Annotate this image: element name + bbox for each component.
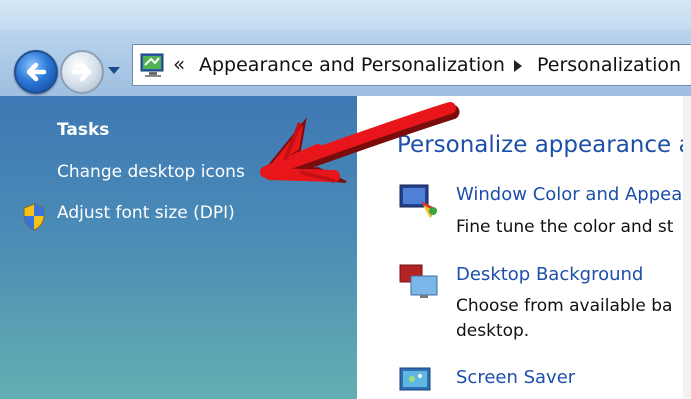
navigation-bar: « Appearance and Personalization Persona…	[0, 0, 691, 96]
vertical-scrollbar[interactable]	[683, 96, 691, 399]
content-pane: Personalize appearance a Window Color an…	[357, 96, 691, 399]
window-color-icon[interactable]	[397, 181, 441, 221]
address-bar[interactable]: « Appearance and Personalization Persona…	[132, 44, 691, 86]
forward-button[interactable]	[60, 50, 104, 94]
control-panel-icon	[140, 53, 164, 77]
window-color-description: Fine tune the color and st	[456, 217, 674, 237]
screen-saver-link[interactable]: Screen Saver	[456, 367, 575, 388]
forward-arrow-icon	[71, 62, 92, 82]
breadcrumb-appearance-personalization[interactable]: Appearance and Personalization	[199, 53, 505, 77]
screen-saver-icon[interactable]	[397, 364, 441, 399]
tasks-heading: Tasks	[57, 120, 110, 140]
back-arrow-icon	[26, 62, 47, 82]
breadcrumb-separator-icon[interactable]	[514, 60, 522, 72]
back-button[interactable]	[14, 50, 58, 94]
page-title: Personalize appearance a	[397, 132, 691, 158]
uac-shield-icon	[23, 203, 45, 231]
breadcrumb-personalization[interactable]: Personalization	[537, 53, 681, 77]
task-pane: Tasks Change desktop icons Adjust font s…	[0, 96, 357, 399]
address-overflow-chevron[interactable]: «	[173, 52, 185, 76]
desktop-background-description-line-1: Choose from available ba	[456, 296, 673, 316]
desktop-background-description-line-2: desktop.	[456, 321, 530, 341]
task-change-desktop-icons[interactable]: Change desktop icons	[57, 162, 245, 182]
desktop-background-icon[interactable]	[397, 262, 441, 302]
desktop-background-link[interactable]: Desktop Background	[456, 264, 643, 285]
recent-pages-dropdown[interactable]	[106, 64, 122, 78]
window-color-link[interactable]: Window Color and Appea	[456, 184, 682, 205]
task-adjust-font-size[interactable]: Adjust font size (DPI)	[57, 203, 235, 223]
title-strip	[0, 0, 691, 30]
control-panel-window: « Appearance and Personalization Persona…	[0, 0, 691, 399]
